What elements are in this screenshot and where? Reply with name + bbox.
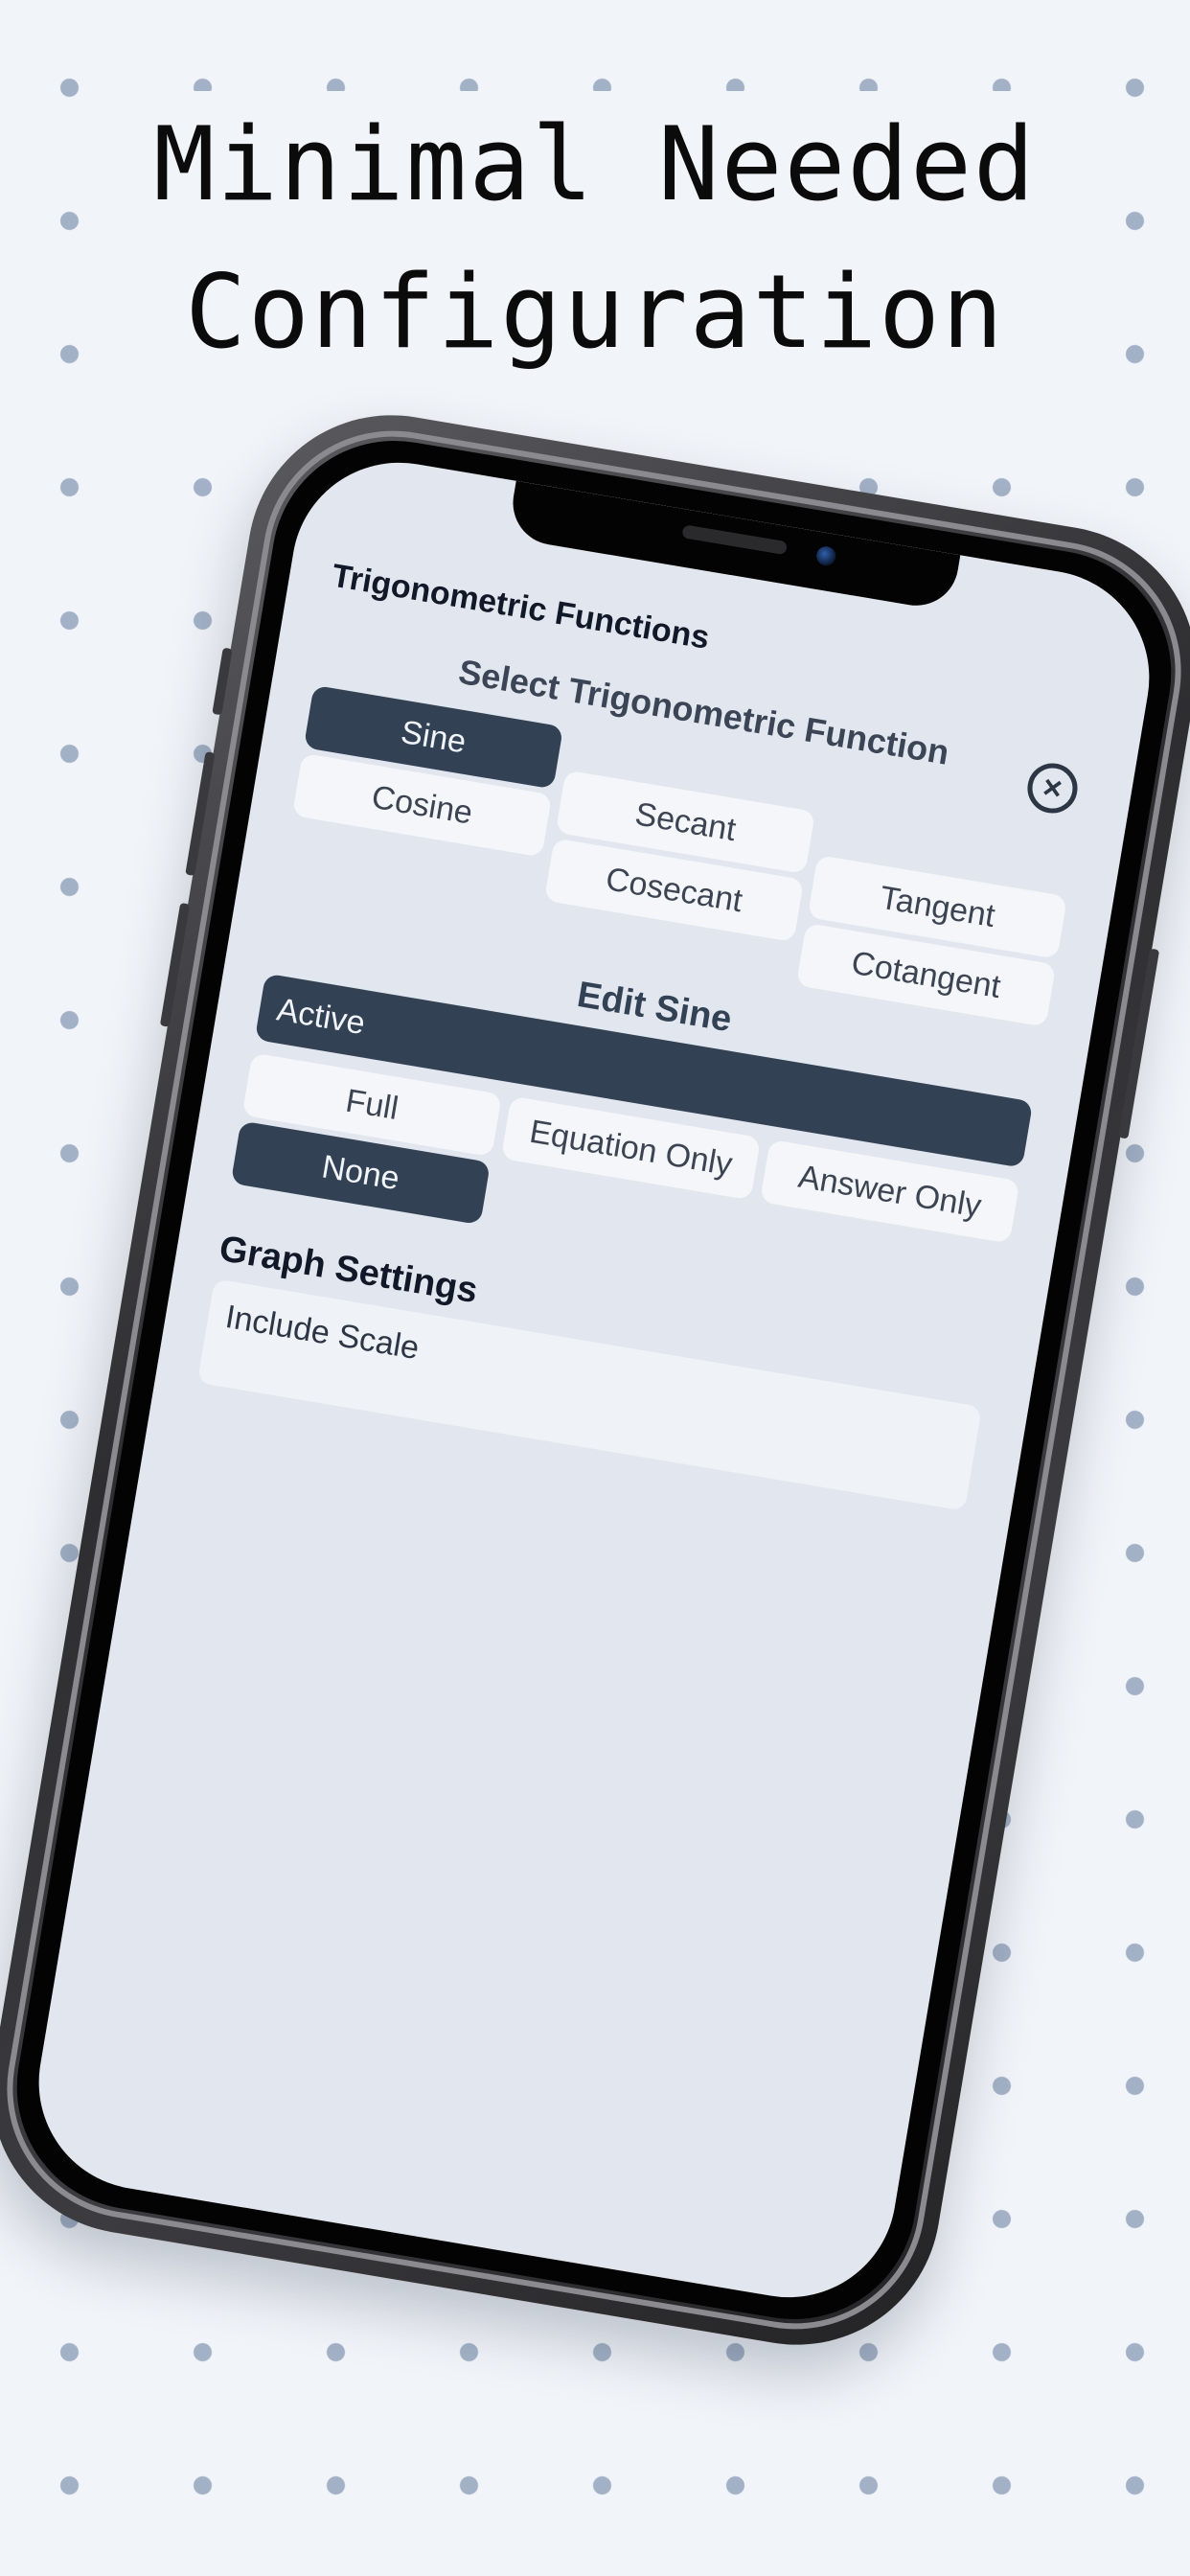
function-column-2: Secant Cosecant [538, 770, 816, 983]
mode-column-1: Full None [230, 1052, 502, 1226]
config-panel: Trigonometric Functions × Select Trigono… [196, 558, 1103, 1511]
include-scale-label: Include Scale [222, 1298, 423, 1368]
phone-mockup: Trigonometric Functions × Select Trigono… [0, 393, 1190, 2367]
camera-icon [814, 544, 837, 567]
function-column-3: Tangent Cotangent [795, 855, 1068, 1027]
headline-line-2: Configuration [175, 239, 1015, 386]
close-icon: × [1040, 769, 1065, 808]
active-label: Active [274, 990, 368, 1042]
speaker-grille [681, 524, 789, 556]
headline: Minimal Needed Configuration [0, 91, 1190, 386]
phone-screen: Trigonometric Functions × Select Trigono… [22, 446, 1166, 2314]
mode-column-3: Answer Only [748, 1138, 1020, 1312]
mode-column-2: Equation Only [490, 1095, 762, 1269]
headline-line-1: Minimal Needed [144, 91, 1046, 239]
function-column-1: Sine Cosine [278, 684, 564, 940]
